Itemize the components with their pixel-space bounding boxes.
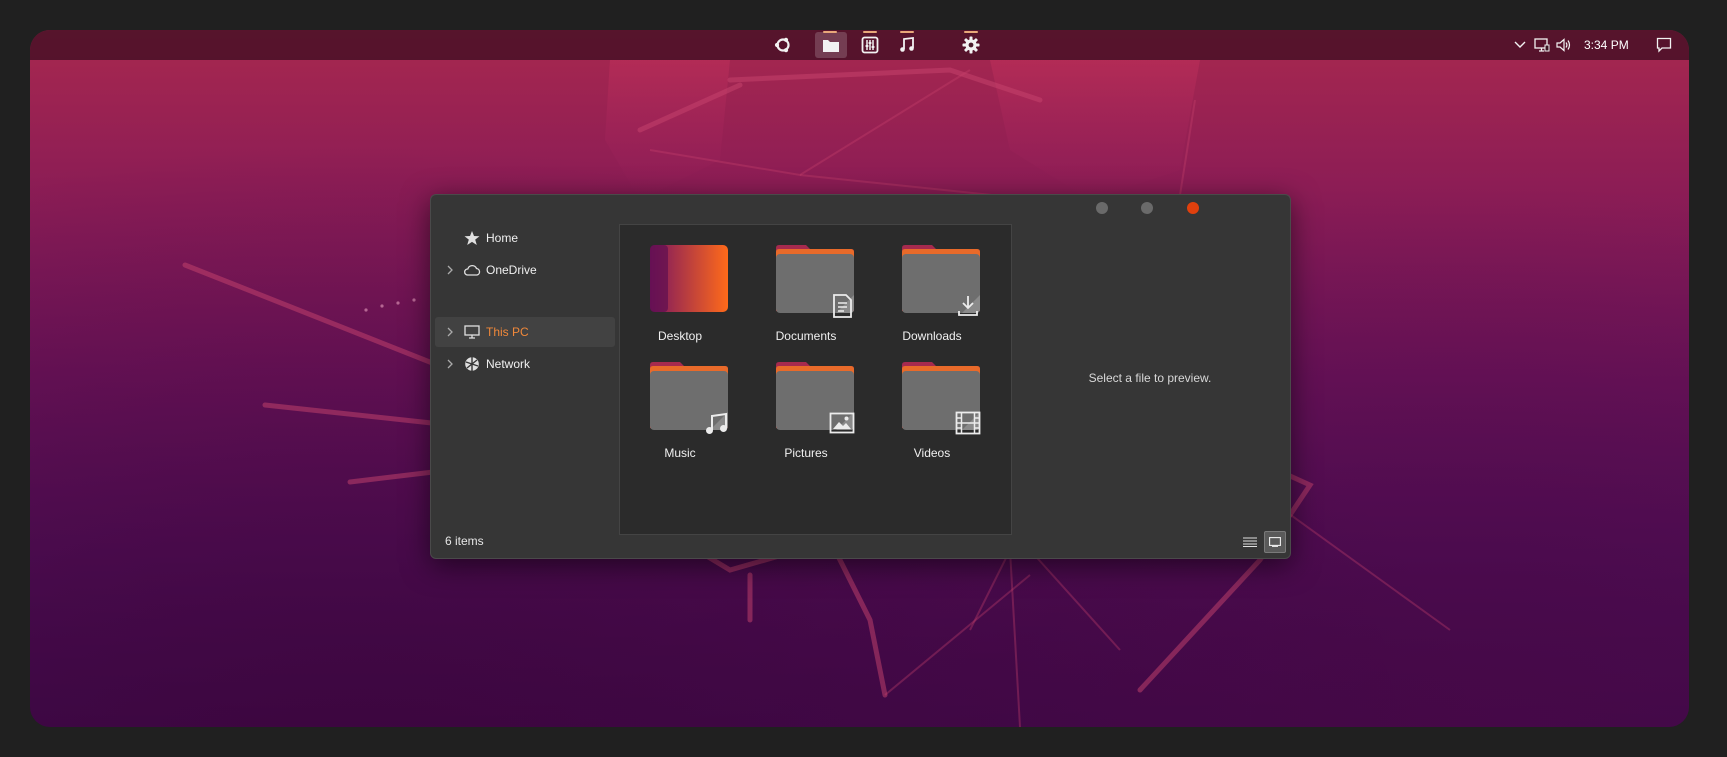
preview-pane-button[interactable] [1264, 531, 1286, 553]
music-note-icon[interactable] [892, 31, 922, 58]
folder-label: Documents [775, 329, 837, 343]
top-panel: 3:34 PM [30, 30, 1689, 60]
network-globe-icon [463, 356, 481, 372]
folder-label: Music [664, 446, 696, 460]
folder-label: Videos [913, 446, 951, 460]
sidebar-item-label: Network [486, 357, 531, 371]
mixer-icon[interactable] [855, 31, 885, 58]
folder-item[interactable]: Music [625, 342, 735, 460]
close-button[interactable] [1187, 202, 1199, 214]
folder-item[interactable]: Downloads [877, 225, 987, 343]
system-tray: 3:34 PM [1514, 30, 1672, 60]
sidebar-item-label: OneDrive [486, 263, 537, 277]
running-indicator [863, 31, 877, 33]
star-icon [463, 230, 481, 246]
file-explorer-icon[interactable] [815, 31, 847, 58]
sidebar-item-home[interactable]: Home [435, 223, 615, 253]
ubuntu-logo-icon[interactable] [768, 32, 798, 58]
notification-icon[interactable] [1656, 37, 1672, 53]
sidebar-item-network[interactable]: Network [435, 349, 615, 379]
clock[interactable]: 3:34 PM [1584, 38, 1629, 52]
volume-icon[interactable] [1556, 38, 1572, 52]
file-explorer-window: Home OneDrive This PC Network Desktop Do… [430, 194, 1291, 559]
folder-item[interactable]: Pictures [751, 342, 861, 460]
preview-placeholder: Select a file to preview. [1088, 371, 1212, 385]
running-indicator [900, 31, 914, 33]
folder-item[interactable]: Desktop [625, 225, 735, 343]
folder-label: Downloads [902, 329, 962, 343]
details-view-button[interactable] [1239, 531, 1261, 553]
chevron-right-icon[interactable] [445, 327, 455, 337]
sidebar-item-label: Home [486, 231, 519, 245]
preview-pane: Select a file to preview. [1011, 223, 1289, 533]
folder-grid: Desktop Documents Downloads Music Pictur… [619, 224, 1012, 535]
list-icon [1243, 537, 1257, 547]
desktop-folder-icon [650, 245, 728, 312]
chevron-down-icon[interactable] [1514, 40, 1526, 50]
folder-label: Pictures [784, 446, 828, 460]
folder-label: Desktop [657, 329, 703, 343]
folder-item[interactable]: Videos [877, 342, 987, 460]
navigation-sidebar: Home OneDrive This PC Network [435, 223, 615, 381]
maximize-button[interactable] [1141, 202, 1153, 214]
status-item-count: 6 items [445, 534, 484, 548]
folder-item[interactable]: Documents [751, 225, 861, 343]
minimize-button[interactable] [1096, 202, 1108, 214]
running-indicator [823, 31, 837, 33]
preview-pane-icon [1269, 537, 1281, 547]
sidebar-item-label: This PC [486, 325, 529, 339]
monitor-icon [463, 324, 481, 340]
chevron-right-icon[interactable] [445, 265, 455, 275]
settings-gear-icon[interactable] [956, 31, 986, 58]
desktop: 3:34 PM Home OneDrive This PC Network De… [30, 30, 1689, 727]
cloud-icon [463, 262, 481, 278]
network-icon[interactable] [1534, 38, 1550, 52]
running-indicator [964, 31, 978, 33]
sidebar-item-onedrive[interactable]: OneDrive [435, 255, 615, 285]
sidebar-item-this-pc[interactable]: This PC [435, 317, 615, 347]
chevron-right-icon[interactable] [445, 359, 455, 369]
